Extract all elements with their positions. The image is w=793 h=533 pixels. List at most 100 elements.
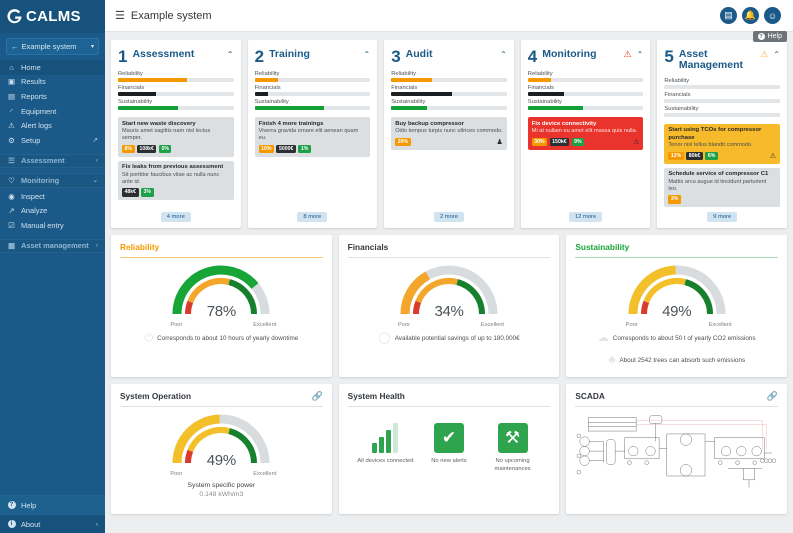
cloud-icon: ☁ [597,332,609,344]
metric-bar-financials: Financials [391,85,507,96]
task-badge: 8% [122,144,135,154]
gear-icon: ⚙ [8,135,15,145]
more-button[interactable]: 4 more [160,212,191,222]
gauge-max-label: Excellent [708,322,732,328]
task-description: Viverra gravida ornare elit aenean quam … [258,128,359,142]
topbar-actions: ▤ 🔔 ☺ [720,7,785,24]
warning-triangle-icon[interactable]: ⚠ [624,48,632,59]
metric-bar-track [254,92,371,96]
metric-bar-label: Reliability [527,71,553,77]
task-item[interactable]: Fix leaks from previous assessment Sit p… [118,160,234,201]
chevron-up-icon[interactable]: ⌃ [363,48,370,59]
stage-header: 5 Asset Management ⚠ ⌃ [664,48,780,72]
sidebar-item-about[interactable]: i About ‹ [0,514,105,533]
gauge-note: ◯ Available potential savings of up to 1… [348,333,551,344]
help-circle-icon: ? [757,33,765,40]
metric-bar-fill [527,92,564,96]
metric-bar-reliability: Reliability [527,71,644,82]
task-description: Mauris amet sagittis nam nisl lectus sem… [122,128,211,142]
sidebar-item-help[interactable]: ? Help [0,495,105,514]
task-item[interactable]: Fix device connectivity Mi at nullam eu … [527,117,644,150]
metric-bar-label: Reliability [664,77,690,84]
panel-title: Sustainability [575,242,630,252]
sidebar-item-label: Inspect [21,191,45,201]
sidebar-section-label: Monitoring [21,175,60,185]
metric-bar-label: Reliability [118,71,143,77]
task-item[interactable]: Start using TCOs for compressor purchase… [664,123,780,164]
calculator-button[interactable]: ▤ [720,7,737,24]
gauge-max-label: Excellent [253,322,277,328]
health-item-devices[interactable]: All devices connected [354,419,416,466]
sidebar-item-equipment[interactable]: ◜ Equipment [0,104,105,119]
sidebar-item-results[interactable]: ▣ Results [0,75,105,90]
more-button[interactable]: 12 more [568,212,603,222]
notifications-button[interactable]: 🔔 [742,7,759,24]
toggle-icon: ◯ [378,332,391,344]
sidebar-item-alert-logs[interactable]: ⚠ Alert logs [0,118,105,133]
chart-icon: ↗ [8,206,15,216]
system-health-card: System Health All devices connected ✔ No… [338,384,560,514]
link-icon[interactable]: 🔗 [311,391,322,402]
task-badges: 12% 80k€ 6% [668,151,776,161]
metric-bar-track [254,78,371,82]
task-item[interactable]: Finish 4 more trainings Viverra gravida … [254,117,371,157]
task-item[interactable]: Buy backup compressor Odio tempus turpis… [391,117,507,150]
brand-logo-area[interactable]: CALMS [0,0,105,33]
gauge-card-sustainability: Sustainability 49% Poor Excellent ☁ Corr… [566,235,788,377]
sidebar-item-inspect[interactable]: ◉ Inspect [0,189,105,204]
more-button[interactable]: 2 more [433,212,464,222]
metric-bar-label: Sustainability [527,99,562,105]
system-operation-gauge: 49% Poor Excellent [120,409,323,477]
chevron-up-icon[interactable]: ⌃ [227,48,234,59]
sidebar-item-analyze[interactable]: ↗ Analyze [0,203,105,218]
gauge-value: 49% [206,452,236,469]
more-button[interactable]: 9 more [707,212,738,222]
chevron-up-icon[interactable]: ⌃ [637,48,644,59]
task-item[interactable]: Start new waste discovery Mauris amet sa… [118,117,234,157]
task-item[interactable]: Schedule service of compressor C1 Mattis… [664,167,780,208]
gauge-card-financials: Financials 34% Poor Excellent ◯ Availabl… [338,235,560,377]
nav-primary: ⌂ Home ▣ Results ▤ Reports ◜ Equipment ⚠… [0,59,105,149]
gauge-max-label: Excellent [253,471,277,477]
metric-bar-financials: Financials [254,85,371,96]
chevron-up-icon[interactable]: ⌃ [500,48,507,59]
system-selector[interactable]: ← Example system ▾ [6,38,99,55]
health-item-alerts[interactable]: ✔ No new alerts [418,419,480,466]
hamburger-menu-icon[interactable]: ☰ [113,9,131,22]
sidebar-item-reports[interactable]: ▤ Reports [0,89,105,104]
task-description: Mattis arcu augue id tincidunt parturien… [668,179,767,192]
health-item-maintenance[interactable]: ⚒ No upcoming maintenances [482,419,544,473]
top-bar: ☰ Example system ▤ 🔔 ☺ ? Help [105,0,793,42]
more-wrap: 8 more [255,208,371,222]
metric-bar-reliability: Reliability [664,78,780,89]
caption-line-2: 0.148 kWh/m3 [199,490,244,498]
bell-icon: 🔔 [744,10,757,20]
metric-bar-track [118,78,234,82]
more-button[interactable]: 8 more [297,212,328,222]
scada-schematic-diagram[interactable] [575,411,778,497]
stage-number: 4 [527,47,538,66]
sidebar-item-manual-entry[interactable]: ☑ Manual entry [0,218,105,233]
metric-bar-label: Reliability [391,71,416,77]
gauge-note-text: Corresponds to about 50 t of yearly CO2 … [612,335,756,342]
link-icon[interactable]: 🔗 [767,391,778,402]
metric-bar-label: Sustainability [254,99,289,105]
metric-bar-track [391,106,507,110]
sidebar-item-home[interactable]: ⌂ Home [0,60,105,75]
sidebar-section-asset-management[interactable]: ▦ Asset management ‹ [0,238,105,254]
help-tooltip-chip[interactable]: ? Help [752,31,787,42]
sidebar-item-setup[interactable]: ⚙ Setup ↗ [0,133,105,148]
warning-triangle-icon[interactable]: ⚠ [760,48,768,59]
task-badge: 150k€ [549,137,570,147]
stage-card-asset-management: 5 Asset Management ⚠ ⌃ Reliability Finan… [657,40,787,228]
task-title: Buy backup compressor [395,120,464,127]
account-button[interactable]: ☺ [764,7,781,24]
health-item-label: No new alerts [431,458,467,464]
metric-bar-fill [527,78,551,82]
sidebar-section-monitoring[interactable]: ♡ Monitoring ⌄ [0,173,105,188]
task-badges: 30% 150k€ 9% [531,137,640,147]
gauge-min-label: Poor [170,322,183,328]
chevron-up-icon[interactable]: ⌃ [773,48,780,59]
health-item-label: All devices connected [357,458,414,464]
sidebar-section-assessment[interactable]: ☰ Assessment ‹ [0,153,105,169]
